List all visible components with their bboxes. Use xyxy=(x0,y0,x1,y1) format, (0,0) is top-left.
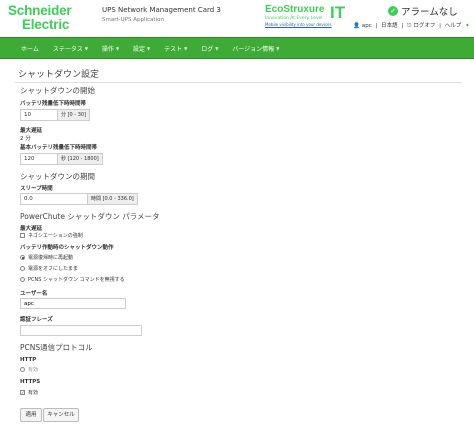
section-powerchute: PowerChute シャットダウン パラメータ xyxy=(20,212,160,221)
product-subtitle: Smart-UPS Application xyxy=(102,17,164,23)
caret-down-icon: ▼ xyxy=(147,45,151,51)
it-label: IT xyxy=(330,3,346,22)
header: Schneider Electric UPS Network Managemen… xyxy=(0,0,474,37)
apply-button[interactable]: 適用 xyxy=(20,408,42,422)
radio-icon xyxy=(20,255,25,260)
max-delay-label: 最大遅延 xyxy=(20,128,43,134)
battery-low-input[interactable] xyxy=(20,109,58,121)
section-shutdown-period: シャットダウンの期間 xyxy=(20,172,95,181)
radio-power-off-label: 電源をオフにしたまま xyxy=(28,266,78,272)
nav-label: 設定 xyxy=(133,45,146,53)
radio-power-off[interactable]: 電源をオフにしたまま xyxy=(20,265,78,272)
ecostruxure-logo: EcoStruxure Innovation At Every Level Mo… xyxy=(265,4,335,27)
battery-op-label: バッテリ作動時のシャットダウン動作 xyxy=(20,245,114,251)
caret-down-icon: ▼ xyxy=(184,45,188,51)
caret-down-icon: ▼ xyxy=(215,45,219,51)
battery-low-unit: 分 [0 - 30] xyxy=(58,109,91,121)
eco-tagline: Innovation At Every Level xyxy=(265,16,323,21)
basic-low-group: 秒 [120 - 1800] xyxy=(20,153,103,165)
page-title: シャットダウン設定 xyxy=(18,70,100,80)
user-name-input[interactable] xyxy=(20,298,126,309)
http-enable-radio[interactable]: 有効 xyxy=(20,366,38,373)
main-nav: ホーム ステータス ▼ 操作 ▼ 設定 ▼ テスト ▼ ログ ▼ バージョン情報 ▼ xyxy=(0,37,474,59)
nav-label: テスト xyxy=(164,45,183,53)
brand-line-2: Electric xyxy=(22,17,70,32)
nav-label: ステータス xyxy=(52,45,83,53)
nav-label: ログ xyxy=(201,45,214,53)
user-link[interactable]: apc xyxy=(362,23,372,29)
product-info: UPS Network Management Card 3 Smart-UPS … xyxy=(102,6,221,23)
caret-down-icon: ▼ xyxy=(84,45,88,51)
nav-configuration[interactable]: 設定 ▼ xyxy=(126,38,157,58)
https-enable-checkbox[interactable]: ✓ 有効 xyxy=(20,389,38,396)
max-delay2-label: 最大遅延 xyxy=(20,226,43,232)
nav-status[interactable]: ステータス ▼ xyxy=(46,38,95,58)
max-delay-value: 2 分 xyxy=(20,136,31,142)
battery-low-group: 分 [0 - 30] xyxy=(20,109,91,121)
alarm-text: アラームなし xyxy=(401,7,458,18)
alarm-status[interactable]: ✓ アラームなし xyxy=(388,4,458,18)
brand-line-1: Schneider xyxy=(8,3,72,18)
section-pcns-protocol: PCNS通信プロトコル xyxy=(20,343,93,352)
caret-down-icon: ▼ xyxy=(276,45,280,51)
logoff-icon: ⎋ xyxy=(406,23,412,29)
http-label: HTTP xyxy=(20,357,37,363)
auth-phrase-label: 認証フレーズ xyxy=(20,317,53,323)
nav-control[interactable]: 操作 ▼ xyxy=(95,38,126,58)
negotiation-checkbox[interactable]: ネゴシエーションの強制 xyxy=(20,232,83,239)
radio-icon xyxy=(20,367,25,372)
nav-logs[interactable]: ログ ▼ xyxy=(194,38,225,58)
basic-low-label: 基本バッテリ残量低下時時間帯 xyxy=(20,145,98,151)
sleep-unit: 時間 [0.0 - 336.0] xyxy=(88,193,138,205)
negotiation-label: ネゴシエーションの強制 xyxy=(28,233,83,239)
basic-low-unit: 秒 [120 - 1800] xyxy=(58,153,103,165)
language-link[interactable]: 日本語 xyxy=(381,23,398,29)
radio-pcns-label: PCNS シャットダウン コマンドを無視する xyxy=(28,277,125,283)
radio-icon xyxy=(20,266,25,271)
radio-pcns-ignore[interactable]: PCNS シャットダウン コマンドを無視する xyxy=(20,276,125,283)
link-separator: | xyxy=(375,23,378,29)
nav-tests[interactable]: テスト ▼ xyxy=(157,38,194,58)
radio-restart[interactable]: 電源復帰時に再起動 xyxy=(20,254,73,261)
basic-low-input[interactable] xyxy=(20,153,58,165)
user-name-label: ユーザー名 xyxy=(20,291,48,297)
checkbox-checked-icon: ✓ xyxy=(20,390,25,395)
link-separator: | xyxy=(439,23,441,29)
link-separator: | xyxy=(401,23,404,29)
sleep-input[interactable] xyxy=(20,193,88,205)
nav-label: 操作 xyxy=(101,45,114,53)
sleep-label: スリープ時間 xyxy=(20,186,53,192)
radio-restart-label: 電源復帰時に再起動 xyxy=(28,255,74,261)
pin-icon[interactable]: ✦ xyxy=(465,23,470,29)
check-icon: ✓ xyxy=(388,6,398,16)
user-icon: 👤 xyxy=(353,23,360,29)
radio-icon xyxy=(20,277,25,282)
https-option-label: 有効 xyxy=(28,390,39,396)
nav-about[interactable]: バージョン情報 ▼ xyxy=(225,38,286,58)
caret-down-icon: ▼ xyxy=(115,45,120,51)
auth-phrase-input[interactable] xyxy=(20,325,142,336)
nav-label: バージョン情報 xyxy=(232,45,275,53)
sleep-group: 時間 [0.0 - 336.0] xyxy=(20,193,138,205)
section-shutdown-start: シャットダウンの開始 xyxy=(20,86,95,95)
cancel-button[interactable]: キャンセル xyxy=(43,408,79,422)
eco-mobile-link[interactable]: Mobile visibility into your devices xyxy=(265,22,335,27)
nav-home[interactable]: ホーム xyxy=(14,38,46,58)
logoff-link[interactable]: ログオフ xyxy=(413,23,435,29)
eco-title: EcoStruxure xyxy=(265,4,325,15)
http-option-label: 有効 xyxy=(28,367,39,373)
checkbox-icon xyxy=(20,233,25,238)
help-link[interactable]: ヘルプ xyxy=(445,23,462,29)
header-links: 👤 apc | 日本語 | ⎋ ログオフ | ヘルプ ✦ xyxy=(352,21,471,30)
product-name: UPS Network Management Card 3 xyxy=(102,6,221,14)
https-label: HTTPS xyxy=(20,379,41,385)
battery-low-label: バッテリ残量低下時時間帯 xyxy=(20,101,87,107)
divider xyxy=(15,82,462,83)
nav-label: ホーム xyxy=(21,45,39,53)
schneider-logo: Schneider Electric xyxy=(8,4,78,32)
